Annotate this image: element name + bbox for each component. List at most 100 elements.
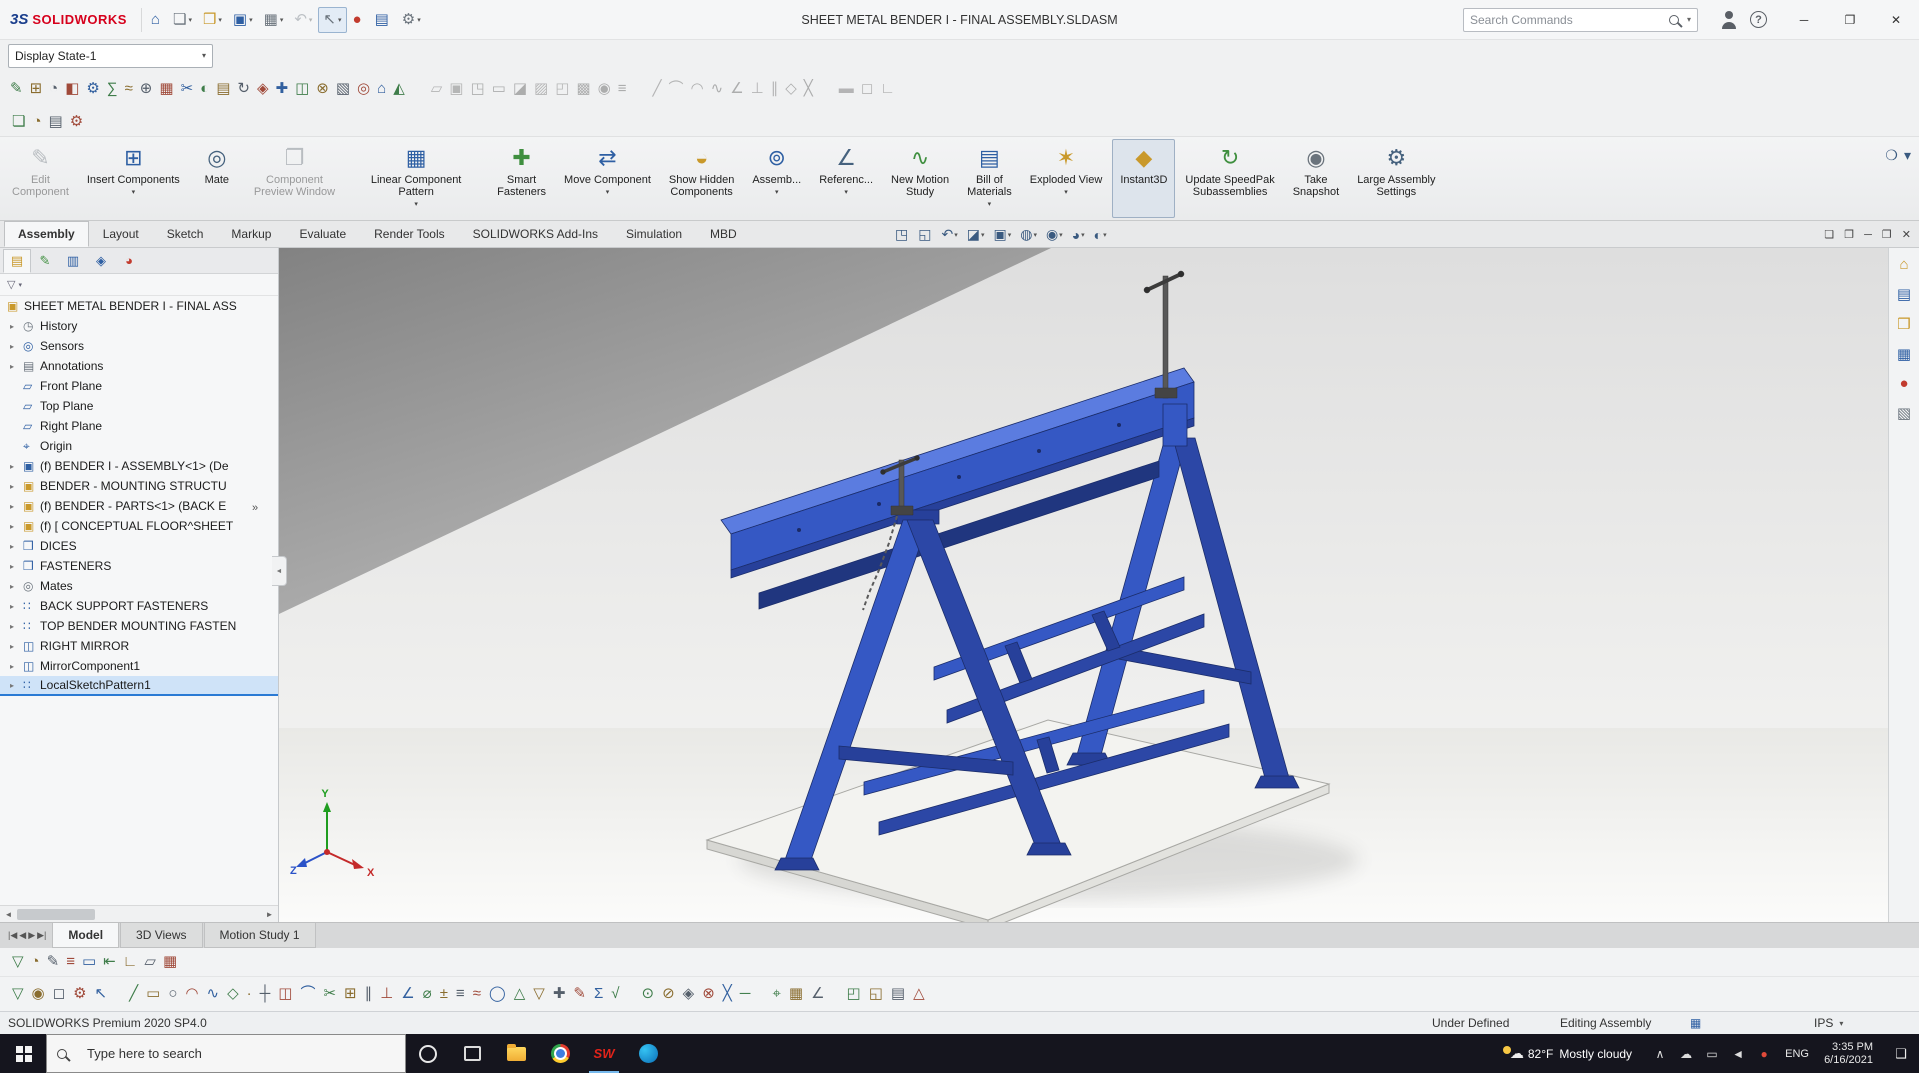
- command-tab[interactable]: Simulation: [612, 221, 696, 247]
- component-preview-window-button[interactable]: ❐ Component Preview Window: [246, 139, 343, 218]
- expand-arrow-icon[interactable]: ▸: [10, 482, 23, 491]
- toolbar-icon[interactable]: ▦: [159, 81, 173, 97]
- action-center-icon[interactable]: ❑: [1883, 1046, 1919, 1062]
- command-search-box[interactable]: Search Commands ▾: [1463, 7, 1698, 32]
- weather-widget[interactable]: ☁ 82°F Mostly cloudy: [1490, 1045, 1644, 1062]
- toolbar-icon[interactable]: ◭: [393, 81, 405, 97]
- home-icon[interactable]: ⌂: [1899, 256, 1908, 273]
- next-tab-button[interactable]: ▶: [28, 930, 35, 941]
- expand-arrow-icon[interactable]: ▸: [10, 362, 23, 371]
- toolbar-icon[interactable]: ┼: [260, 986, 271, 1002]
- tree-item-mates[interactable]: ▸ ◎ Mates: [0, 576, 278, 596]
- display-icon[interactable]: ▭: [1700, 1047, 1724, 1061]
- undo-icon[interactable]: ↶ ▾: [289, 7, 317, 33]
- tree-horizontal-scrollbar[interactable]: ◄ ►: [0, 905, 278, 922]
- panel-collapse-handle[interactable]: ◄: [272, 556, 287, 586]
- toolbar-icon[interactable]: ▱: [431, 81, 443, 97]
- model-tab[interactable]: Motion Study 1: [203, 923, 316, 948]
- featuremanager-tab-icon[interactable]: ▤: [3, 248, 31, 273]
- viewport-arrange-icon[interactable]: ❏: [1824, 228, 1834, 241]
- dropdown-caret-icon[interactable]: ▾: [1064, 188, 1068, 196]
- tree-item-dices[interactable]: ▸ ❒ DICES: [0, 536, 278, 556]
- tree-item-right-plane[interactable]: ▱ Right Plane: [0, 416, 278, 436]
- toolbar-icon[interactable]: ∿: [711, 81, 724, 97]
- toolbar-icon[interactable]: ≡: [66, 954, 75, 970]
- dropdown-caret-icon[interactable]: ▾: [988, 200, 992, 208]
- toolbar-icon[interactable]: ▧: [336, 81, 350, 97]
- toolbar-icon[interactable]: ✎: [573, 986, 586, 1002]
- toolbar-icon[interactable]: △: [913, 986, 925, 1002]
- toolbar-icon[interactable]: ▦: [789, 986, 803, 1002]
- search-icon[interactable]: [1668, 14, 1679, 25]
- command-finder-icon[interactable]: ❍: [1885, 147, 1898, 164]
- expand-arrow-icon[interactable]: ▸: [10, 622, 23, 631]
- insert-components-button[interactable]: ⊞ Insert Components ▾: [79, 139, 188, 218]
- restore-button[interactable]: ❐: [1827, 0, 1873, 39]
- toolbar-icon[interactable]: ▤: [216, 81, 230, 97]
- toolbar-icon[interactable]: ◰: [847, 986, 861, 1002]
- dropdown-caret-icon[interactable]: ▾: [132, 188, 136, 196]
- toolbar-icon[interactable]: ≈: [125, 81, 133, 97]
- search-caret-icon[interactable]: ▾: [1687, 15, 1691, 24]
- toolbar-icon[interactable]: ↻: [237, 81, 250, 97]
- reference-geometry-button[interactable]: ∠ Referenc... ▾: [811, 139, 881, 218]
- chevron-down-icon[interactable]: ▾: [202, 51, 206, 60]
- expand-arrow-icon[interactable]: ▸: [10, 322, 23, 331]
- toolbar-icon[interactable]: ▤: [891, 986, 905, 1002]
- toolbar-icon[interactable]: ↖: [95, 986, 108, 1002]
- tree-item-conceptual-floor[interactable]: ▸ ▣ (f) [ CONCEPTUAL FLOOR^SHEET: [0, 516, 278, 536]
- assembly-features-button[interactable]: ⊚ Assemb... ▾: [744, 139, 809, 218]
- toolbar-icon[interactable]: ✎: [10, 81, 23, 97]
- doc-minimize-button[interactable]: ─: [1864, 229, 1872, 241]
- toolbar-icon[interactable]: ⊞: [344, 986, 357, 1002]
- edge-icon[interactable]: [626, 1034, 670, 1073]
- toolbar-icon[interactable]: ⌒: [669, 81, 684, 97]
- tree-item-mirrorcomponent1[interactable]: ▸ ◫ MirrorComponent1: [0, 656, 278, 676]
- toolbar-icon[interactable]: ∿: [207, 986, 220, 1002]
- toolbar-icon[interactable]: ≈: [473, 986, 481, 1002]
- toolbar-icon[interactable]: ◈: [683, 986, 695, 1002]
- toolbar-icon[interactable]: ≡: [618, 81, 627, 97]
- toolbar-icon[interactable]: ∟: [880, 81, 895, 97]
- new-document-icon[interactable]: ❏ ▾: [168, 7, 197, 33]
- onedrive-icon[interactable]: ☁: [1674, 1047, 1698, 1061]
- toolbar-icon[interactable]: ◉: [32, 986, 45, 1002]
- help-icon[interactable]: ?: [1750, 11, 1767, 28]
- model-tab[interactable]: Model: [52, 923, 120, 948]
- scrollbar-thumb[interactable]: [17, 908, 95, 920]
- appearances-icon[interactable]: ●: [1899, 375, 1908, 392]
- expand-arrow-icon[interactable]: ▸: [10, 582, 23, 591]
- tree-item-mounting-structure[interactable]: ▸ ▣ BENDER - MOUNTING STRUCTU: [0, 476, 278, 496]
- toolbar-icon[interactable]: ◫: [278, 986, 292, 1002]
- toolbar-icon[interactable]: ⊥: [751, 81, 764, 97]
- solidworks-icon[interactable]: SW: [582, 1034, 626, 1073]
- rebuild-icon[interactable]: ●: [348, 7, 369, 33]
- tree-item-front-plane[interactable]: ▱ Front Plane: [0, 376, 278, 396]
- toolbar-icon[interactable]: ─: [740, 986, 751, 1002]
- previous-view-icon[interactable]: ↶ ▾: [938, 225, 960, 244]
- toolbar-icon[interactable]: ╱: [652, 81, 661, 97]
- home-icon[interactable]: ⌂: [146, 7, 167, 33]
- toolbar-icon[interactable]: ⌖: [772, 986, 780, 1002]
- user-account-icon[interactable]: [1720, 10, 1738, 29]
- language-indicator[interactable]: ENG: [1780, 1048, 1814, 1060]
- toolbar-icon[interactable]: ◻: [861, 81, 873, 97]
- new-motion-study-button[interactable]: ∿ New Motion Study: [883, 139, 957, 218]
- toolbar-icon[interactable]: ◔: [49, 81, 58, 97]
- toolbar-icon[interactable]: ⌀: [423, 986, 432, 1002]
- toolbar-icon[interactable]: Σ: [594, 986, 603, 1002]
- toolbar-icon[interactable]: ∠: [730, 81, 743, 97]
- viewport-scene[interactable]: Y Z X: [279, 248, 1888, 930]
- toolbar-icon[interactable]: ▤: [49, 113, 63, 130]
- edit-component-button[interactable]: ✎ Edit Component: [4, 139, 77, 218]
- alert-badge-icon[interactable]: ●: [1752, 1047, 1776, 1061]
- toolbar-icon[interactable]: ◇: [227, 986, 239, 1002]
- toolbar-icon[interactable]: ✂: [181, 81, 194, 97]
- volume-icon[interactable]: ◄: [1726, 1047, 1750, 1061]
- design-library-icon[interactable]: ▤: [1897, 285, 1911, 303]
- tree-item-localsketchpattern1[interactable]: ▸ ∷ LocalSketchPattern1: [0, 676, 278, 696]
- toolbar-icon[interactable]: ⊥: [380, 986, 393, 1002]
- toolbar-icon[interactable]: ◳: [470, 81, 484, 97]
- tree-item-fasteners[interactable]: ▸ ❒ FASTENERS: [0, 556, 278, 576]
- section-view-icon[interactable]: ◪ ▾: [964, 225, 988, 244]
